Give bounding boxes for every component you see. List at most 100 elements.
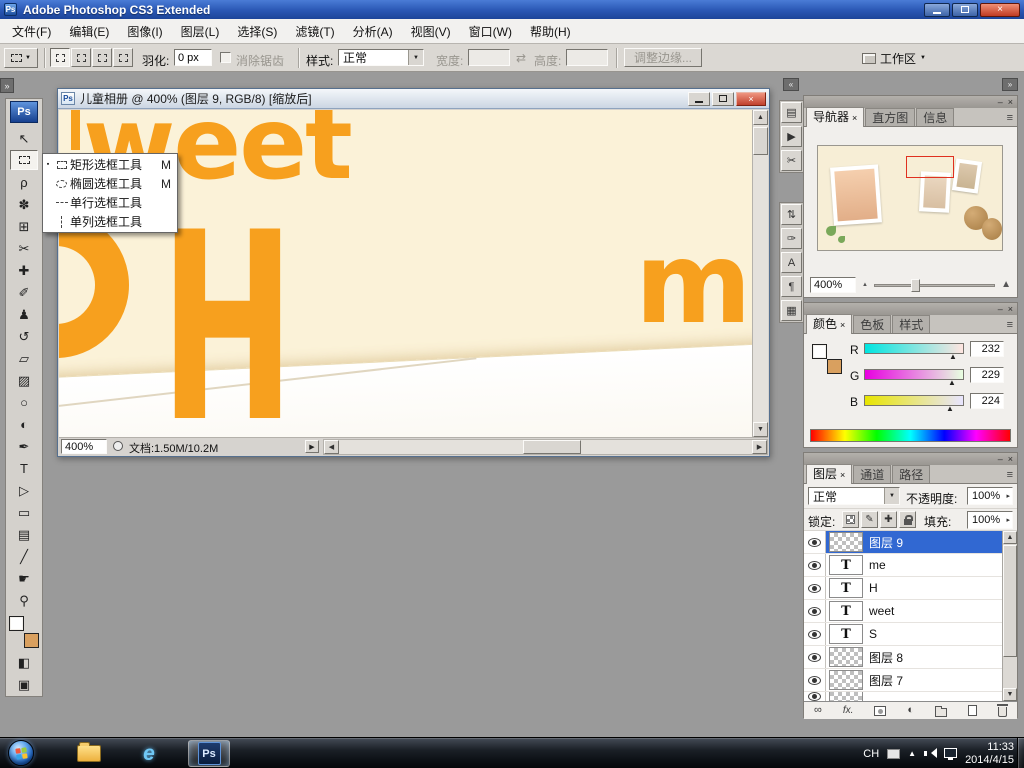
status-options-button[interactable]: ▶ <box>305 440 319 453</box>
doc-maximize-button[interactable] <box>712 92 734 106</box>
scroll-down-icon[interactable]: ▼ <box>753 422 768 437</box>
collapsed-panel-icon-4[interactable]: ⇅ <box>781 204 802 225</box>
dock-collapse-button[interactable]: » <box>1002 78 1018 91</box>
blue-slider-thumb[interactable]: ▲ <box>946 405 954 413</box>
fill-input[interactable]: 100% ▸ <box>967 511 1013 529</box>
swap-dimensions-icon[interactable]: ⇄ <box>516 51 526 65</box>
lock-all-button[interactable] <box>899 511 916 528</box>
flyout-item-rect-marquee[interactable]: ▪ 矩形选框工具 M <box>43 155 177 174</box>
lock-position-button[interactable]: ✚ <box>880 511 897 528</box>
collapsed-panel-icon-8[interactable]: ▦ <box>781 300 802 321</box>
flyout-item-ellipse-marquee[interactable]: 椭圆选框工具 M <box>43 174 177 193</box>
panel-minimize-icon[interactable]: – <box>998 97 1003 107</box>
opacity-input[interactable]: 100% ▸ <box>967 487 1013 505</box>
menu-window[interactable]: 窗口(W) <box>460 20 521 43</box>
healing-brush-tool[interactable]: ✚ <box>10 260 38 280</box>
tab-swatches[interactable]: 色板 <box>853 315 891 333</box>
horizontal-scrollbar[interactable]: ◀ ▶ <box>323 439 768 455</box>
tab-color[interactable]: 颜色× <box>806 314 852 334</box>
doc-minimize-button[interactable] <box>688 92 710 106</box>
tab-close-icon[interactable]: × <box>840 470 845 480</box>
zoom-tool[interactable]: ⚲ <box>10 590 38 610</box>
layer-thumbnail[interactable]: T <box>829 601 863 621</box>
new-group-icon[interactable] <box>935 708 947 717</box>
scroll-up-icon[interactable]: ▲ <box>1003 531 1017 544</box>
panel-menu-icon[interactable]: ≡ <box>1007 469 1013 481</box>
tab-styles[interactable]: 样式 <box>892 315 930 333</box>
collapsed-panel-icon-1[interactable]: ▤ <box>781 102 802 123</box>
add-selection-mode-button[interactable] <box>71 48 91 67</box>
shape-tool[interactable]: ▭ <box>10 502 38 522</box>
vertical-scroll-thumb[interactable] <box>753 127 768 155</box>
layer-thumbnail[interactable]: T <box>829 555 863 575</box>
restore-button[interactable] <box>952 3 978 17</box>
blur-tool[interactable]: ○ <box>10 392 38 412</box>
collapsed-panel-icon-6[interactable]: A <box>781 252 802 273</box>
menu-filter[interactable]: 滤镜(T) <box>286 20 343 43</box>
type-tool[interactable]: T <box>10 458 38 478</box>
layer-thumbnail[interactable] <box>829 647 863 667</box>
lasso-tool[interactable]: ρ <box>10 172 38 192</box>
tab-close-icon[interactable]: × <box>852 113 857 123</box>
new-selection-mode-button[interactable] <box>50 48 70 67</box>
hand-tool[interactable]: ☛ <box>10 568 38 588</box>
panel-close-icon[interactable]: × <box>1008 304 1013 314</box>
vertical-scrollbar[interactable]: ▲ ▼ <box>752 110 768 437</box>
visibility-cell[interactable] <box>804 554 826 576</box>
dock-expand-button[interactable]: « <box>783 78 799 91</box>
layer-thumbnail[interactable] <box>829 692 863 701</box>
panel-menu-icon[interactable]: ≡ <box>1007 319 1013 331</box>
tab-navigator[interactable]: 导航器× <box>806 107 864 127</box>
foreground-color-swatch[interactable] <box>9 616 24 631</box>
panel-minimize-icon[interactable]: – <box>998 304 1003 314</box>
slice-tool[interactable]: ✂ <box>10 238 38 258</box>
menu-view[interactable]: 视图(V) <box>402 20 460 43</box>
menu-help[interactable]: 帮助(H) <box>521 20 580 43</box>
volume-icon[interactable] <box>924 748 936 759</box>
minimize-button[interactable] <box>924 3 950 17</box>
layer-row[interactable]: T S <box>804 623 1002 646</box>
zoom-input[interactable]: 400% <box>61 439 107 454</box>
taskbar-ie-button[interactable]: e <box>128 740 170 767</box>
tab-paths[interactable]: 路径 <box>892 465 930 483</box>
menu-layer[interactable]: 图层(L) <box>172 20 229 43</box>
eraser-tool[interactable]: ▱ <box>10 348 38 368</box>
feather-input[interactable] <box>174 49 212 66</box>
tab-histogram[interactable]: 直方图 <box>865 108 915 126</box>
panel-menu-icon[interactable]: ≡ <box>1007 112 1013 124</box>
visibility-cell[interactable] <box>804 623 826 645</box>
color-spectrum-ramp[interactable] <box>810 429 1011 442</box>
doc-close-button[interactable]: × <box>736 92 766 106</box>
layer-thumbnail[interactable]: T <box>829 578 863 598</box>
menu-edit[interactable]: 编辑(E) <box>60 20 118 43</box>
taskbar-explorer-button[interactable] <box>68 740 110 767</box>
close-button[interactable]: × <box>980 3 1020 17</box>
tab-layers[interactable]: 图层× <box>806 464 852 484</box>
dodge-tool[interactable]: ◐ <box>10 414 38 434</box>
layer-row[interactable]: T weet <box>804 600 1002 623</box>
flyout-item-single-row-marquee[interactable]: 单行选框工具 <box>43 193 177 212</box>
blend-mode-dropdown[interactable]: 正常 ▼ <box>808 487 900 505</box>
menu-file[interactable]: 文件(F) <box>3 20 60 43</box>
panel-close-icon[interactable]: × <box>1008 454 1013 464</box>
red-value-input[interactable]: 232 <box>970 341 1004 357</box>
zoom-out-icon[interactable]: ▲ <box>862 282 868 288</box>
background-color-swatch[interactable] <box>24 633 39 648</box>
scroll-up-icon[interactable]: ▲ <box>753 110 768 125</box>
screen-mode-button[interactable]: ▣ <box>10 674 38 694</box>
visibility-cell[interactable] <box>804 646 826 668</box>
path-selection-tool[interactable]: ▷ <box>10 480 38 500</box>
crop-tool[interactable]: ⊞ <box>10 216 38 236</box>
zoom-in-icon[interactable]: ▲ <box>1001 280 1011 290</box>
intersect-selection-mode-button[interactable] <box>113 48 133 67</box>
scroll-down-icon[interactable]: ▼ <box>1003 688 1017 701</box>
antialias-checkbox[interactable] <box>220 52 231 63</box>
width-input[interactable] <box>468 49 510 66</box>
lock-pixels-button[interactable]: ✎ <box>861 511 878 528</box>
pen-tool[interactable]: ✒ <box>10 436 38 456</box>
adjustment-layer-icon[interactable]: ◐ <box>907 705 914 716</box>
zoom-slider-thumb[interactable] <box>911 279 920 292</box>
horizontal-scroll-thumb[interactable] <box>523 440 581 454</box>
eyedropper-tool[interactable]: ╱ <box>10 546 38 566</box>
collapsed-panel-icon-3[interactable]: ✂ <box>781 150 802 171</box>
